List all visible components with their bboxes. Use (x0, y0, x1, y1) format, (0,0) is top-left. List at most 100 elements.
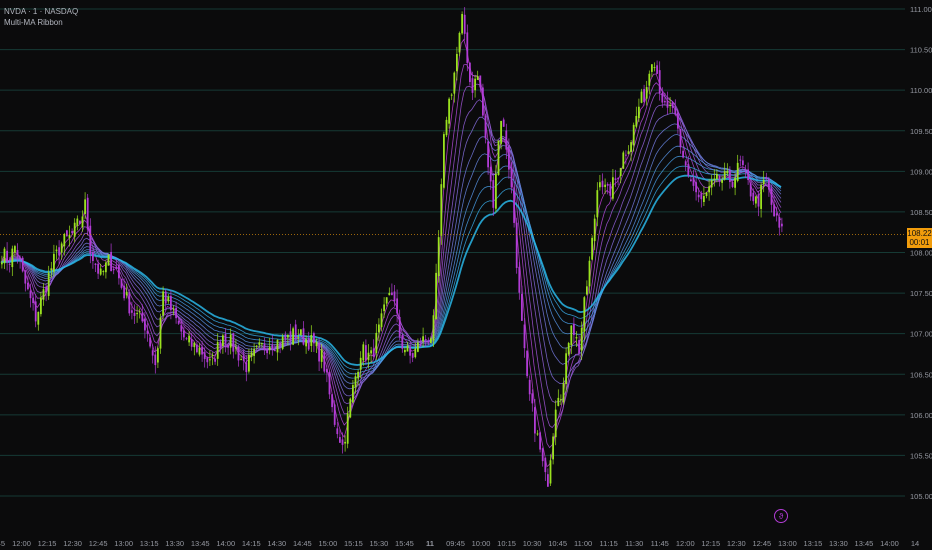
candle-body (744, 169, 747, 171)
price-axis-label: 108.50 (910, 208, 932, 217)
price-axis-label: 107.00 (910, 330, 932, 339)
candle-body (534, 407, 536, 434)
candle-body (502, 119, 505, 127)
chart-legend: NVDA · 1 · NASDAQ Multi-MA Ribbon (4, 6, 78, 28)
candle-body (3, 248, 6, 264)
candle-body (128, 292, 131, 314)
candle-body (679, 128, 682, 148)
ma-ribbon (0, 38, 782, 468)
price-chart[interactable]: 111.00 110.50 110.00 109.50 109.00 108.50 108.… (0, 0, 932, 550)
candle-body (292, 328, 294, 345)
price-axis-label: 105.50 (910, 451, 932, 460)
candle-body (562, 383, 565, 403)
current-price-badge: 108.22 00:01 (907, 227, 932, 248)
time-axis-label: 15:00 (318, 539, 337, 548)
candle-body (570, 325, 573, 346)
candle-body (612, 177, 614, 199)
candle-body (627, 151, 630, 155)
candle-body (515, 222, 518, 268)
candle-body (398, 316, 401, 337)
candle-body (471, 78, 474, 93)
candle-body (359, 357, 362, 370)
time-axis-label: 13:00 (778, 539, 797, 548)
candle-body (19, 257, 21, 260)
candle-body (435, 272, 437, 320)
time-axis-label: 12:30 (63, 539, 82, 548)
candle-body (177, 320, 180, 324)
candle-body (617, 178, 619, 180)
candle-body (731, 181, 734, 187)
candle-body (235, 347, 237, 349)
candle-body (209, 359, 211, 361)
candle-body (21, 257, 24, 272)
candle-body (274, 350, 276, 352)
candle-body (760, 185, 762, 209)
candle-body (276, 339, 279, 353)
candle-body (112, 268, 115, 271)
candle-body (768, 178, 770, 190)
candle-body (575, 337, 578, 339)
candle-body (136, 313, 138, 315)
candle-body (138, 311, 141, 313)
candle-body (183, 330, 185, 338)
candle-body (45, 286, 47, 293)
candle-body (552, 436, 554, 460)
candle-body (157, 348, 159, 363)
candle-body (778, 217, 781, 228)
candle-body (474, 78, 476, 91)
candle-body (190, 338, 193, 347)
candle-body (482, 87, 484, 116)
candle-body (201, 346, 203, 355)
time-axis-label: 13:45 (855, 539, 874, 548)
time-axis-label: 15:15 (344, 539, 363, 548)
time-axis-label: 13:15 (803, 539, 822, 548)
candle-body (289, 331, 292, 342)
time-axis-label: 13:15 (140, 539, 159, 548)
candle-body (580, 327, 583, 351)
candle-body (268, 347, 271, 350)
candle-body (40, 297, 42, 315)
candle-body (79, 220, 81, 224)
candle-body (53, 253, 55, 272)
candle-body (159, 317, 162, 349)
candle-body (591, 237, 593, 260)
candle-body (651, 64, 653, 72)
candle-body (1, 262, 3, 265)
price-axis-label: 111.00 (910, 5, 932, 14)
candle-body (424, 339, 427, 341)
candle-body (357, 371, 359, 379)
candle-body (755, 196, 757, 204)
candle-body (549, 460, 552, 484)
candle-body (492, 180, 495, 208)
candle-body (458, 32, 461, 53)
tradingview-logo-icon[interactable]: ϑ (774, 509, 788, 523)
candle-body (383, 304, 385, 312)
time-axis-label: 10:00 (472, 539, 491, 548)
candle-body (318, 342, 320, 362)
candle-body (287, 334, 289, 338)
candle-body (638, 106, 640, 119)
candle-body (560, 399, 562, 401)
candle-body (614, 178, 617, 181)
candle-body (513, 190, 515, 223)
symbol-title[interactable]: NVDA · 1 · NASDAQ (4, 6, 78, 17)
time-axis-label: 11:15 (600, 539, 618, 548)
candle-body (508, 146, 510, 170)
bar-countdown: 00:01 (909, 237, 930, 247)
time-axis-label: 12:45 (752, 539, 771, 548)
candle-body (703, 195, 705, 203)
chart-pane[interactable]: 111.00 110.50 110.00 109.50 109.00 108.50 108.… (0, 0, 932, 550)
candle-body (310, 334, 313, 346)
candle-body (664, 101, 666, 103)
time-axis-label: 10:30 (523, 539, 542, 548)
indicator-title[interactable]: Multi-MA Ribbon (4, 17, 78, 28)
candle-body (393, 291, 396, 302)
time-axis-label: 11:30 (625, 539, 643, 548)
candle-body (84, 199, 86, 214)
candle-body (16, 250, 19, 255)
candle-body (536, 433, 539, 435)
candle-body (219, 341, 222, 349)
candle-body (266, 349, 268, 354)
candle-body (716, 173, 718, 179)
candle-body (463, 14, 466, 34)
